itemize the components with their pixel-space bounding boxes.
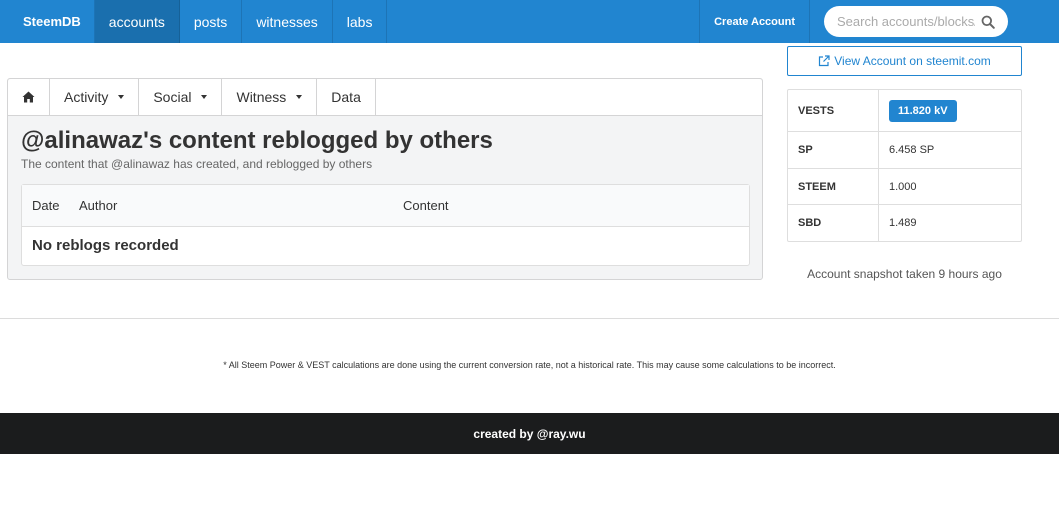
page-title: @alinawaz's content reblogged by others: [21, 127, 493, 154]
home-icon: [22, 91, 35, 103]
stat-value: 1.489: [889, 217, 917, 229]
stat-value: 11.820 kV: [879, 90, 1021, 131]
tab-witness-label: Witness: [236, 89, 287, 105]
nav-witnesses[interactable]: witnesses: [242, 0, 333, 43]
vests-badge: 11.820 kV: [889, 99, 957, 122]
table-header: Date Author Content: [22, 185, 749, 227]
empty-table-message: No reblogs recorded: [32, 237, 179, 254]
tab-data-label: Data: [331, 89, 361, 105]
caret-down-icon: [296, 95, 303, 99]
stat-key: VESTS: [788, 90, 879, 131]
search-icon[interactable]: [981, 15, 995, 29]
tab-social-label: Social: [153, 89, 192, 105]
caret-down-icon: [118, 95, 125, 99]
caret-down-icon: [201, 95, 208, 99]
tab-activity[interactable]: Activity: [50, 79, 140, 115]
search-container: [810, 0, 1059, 43]
stat-row-vests: VESTS 11.820 kV: [788, 90, 1021, 132]
disclaimer-text: * All Steem Power & VEST calculations ar…: [223, 360, 836, 370]
stat-value: 6.458 SP: [889, 144, 935, 156]
tab-data[interactable]: Data: [317, 79, 376, 115]
reblogs-table: Date Author Content No reblogs recorded: [21, 184, 750, 266]
stat-row-sp: SP 6.458 SP: [788, 132, 1021, 169]
page-subtitle: The content that @alinawaz has created, …: [21, 157, 373, 171]
column-header-author: Author: [79, 198, 118, 213]
site-footer: created by @ray.wu: [0, 413, 1059, 454]
tab-witness[interactable]: Witness: [222, 79, 318, 115]
stat-key: SBD: [788, 205, 879, 241]
section-divider: [0, 318, 1059, 319]
nav-posts[interactable]: posts: [180, 0, 243, 43]
stat-value: 1.000: [889, 180, 917, 193]
search-input[interactable]: [837, 14, 975, 29]
stat-key: STEEM: [788, 169, 879, 204]
tab-home[interactable]: [8, 79, 50, 115]
account-tabs: Activity Social Witness Data: [8, 79, 762, 116]
top-navbar: SteemDB accounts posts witnesses labs Cr…: [0, 0, 1059, 43]
stat-key: SP: [788, 132, 879, 168]
footer-credit[interactable]: created by @ray.wu: [473, 427, 585, 441]
content-card: Activity Social Witness Data @alinawaz's…: [7, 78, 763, 280]
tab-activity-label: Activity: [64, 89, 109, 105]
stat-row-steem: STEEM 1.000: [788, 169, 1021, 205]
view-account-button[interactable]: View Account on steemit.com: [787, 46, 1022, 76]
column-header-content: Content: [403, 198, 449, 213]
account-stats-table: VESTS 11.820 kV SP 6.458 SP STEEM 1.000 …: [787, 89, 1022, 242]
nav-accounts[interactable]: accounts: [94, 0, 180, 43]
external-link-icon: [819, 55, 830, 67]
search-box[interactable]: [824, 6, 1008, 37]
column-header-date: Date: [32, 198, 60, 213]
view-account-label: View Account on steemit.com: [834, 54, 991, 68]
nav-labs[interactable]: labs: [333, 0, 388, 43]
brand-link[interactable]: SteemDB: [0, 0, 95, 43]
tab-social[interactable]: Social: [139, 79, 223, 115]
stat-row-sbd: SBD 1.489: [788, 205, 1021, 241]
create-account-link[interactable]: Create Account: [699, 0, 810, 43]
snapshot-note: Account snapshot taken 9 hours ago: [807, 267, 1002, 281]
